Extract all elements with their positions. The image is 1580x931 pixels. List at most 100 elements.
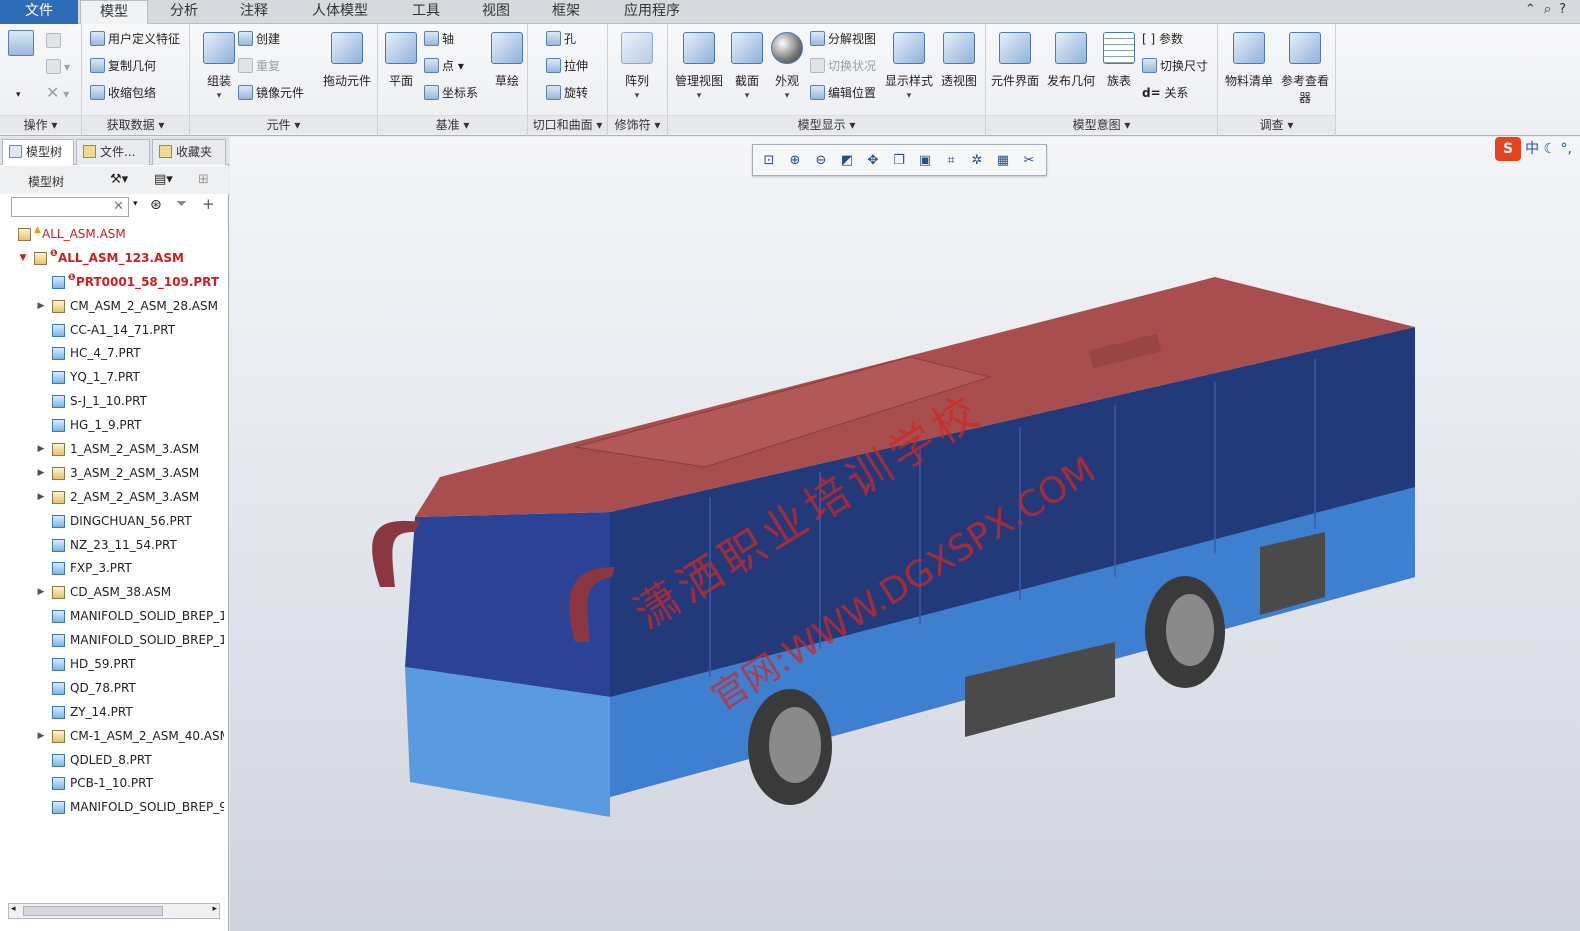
tree-item[interactable]: DINGCHUAN_56.PRT [0,510,224,534]
group-label-cut-surface[interactable]: 切口和曲面 ▾ [528,115,607,133]
parameters-button[interactable]: [ ] 参数 [1142,28,1183,50]
edit-position-button[interactable]: 编辑位置 [810,82,876,104]
minimize-ribbon-icon[interactable]: ⌃ [1525,2,1544,17]
group-label-model-intent[interactable]: 模型意图 ▾ [986,115,1217,133]
tree-search-input[interactable]: ✕ [11,197,129,217]
group-label-investigate[interactable]: 调查 ▾ [1218,115,1335,133]
tree-item[interactable]: HC_4_7.PRT [0,342,224,366]
toggle-status-button[interactable]: 切换状况 [810,55,876,77]
clear-search-icon[interactable]: ✕ [113,199,124,214]
add-column-icon[interactable]: + [202,195,215,213]
exploded-view-button[interactable]: 分解视图 [810,28,876,50]
expand-arrow-icon[interactable]: ▶ [36,295,46,318]
tab-applications[interactable]: 应用程序 [602,0,702,24]
tree-item[interactable]: ▶ 2_ASM_2_ASM_3.ASM [0,486,224,510]
expand-arrow-icon[interactable]: ▶ [36,462,46,485]
tree-item[interactable]: MANIFOLD_SOLID_BREP_1 [0,629,224,653]
tree-item[interactable]: ▶ CM_ASM_2_ASM_28.ASM [0,295,224,319]
tree-settings-icon[interactable]: ⚒▾ [110,172,128,187]
expand-arrow-icon[interactable]: ▶ [36,725,46,748]
udf-button[interactable]: 用户定义特征 [90,28,180,50]
tab-favorites[interactable]: 收藏夹 [152,139,226,165]
tree-item[interactable]: MANIFOLD_SOLID_BREP_1 [0,605,224,629]
tree-item[interactable]: ❶ PRT0001_58_109.PRT [0,271,224,295]
group-label-model-display[interactable]: 模型显示 ▾ [668,115,985,133]
search-dropdown-icon[interactable]: ▾ [133,199,138,209]
filter-icon[interactable]: ⏷ [176,196,187,212]
operations-dropdown[interactable]: ▾ [16,84,21,106]
component-interface-button[interactable]: 元件界面 [986,28,1044,108]
tab-folder-browser[interactable]: 文件... [76,139,150,165]
tree-item[interactable]: S-J_1_10.PRT [0,390,224,414]
scrollbar-thumb[interactable] [23,906,163,916]
tab-analysis[interactable]: 分析 [150,0,218,24]
tab-tools[interactable]: 工具 [392,0,460,24]
group-label-component[interactable]: 元件 ▾ [190,115,377,133]
tree-item[interactable]: NZ_23_11_54.PRT [0,534,224,558]
graphics-window[interactable]: ⊡ ⊕ ⊖ ◩ ✥ ❐ ▣ ⌗ ✲ ▦ ✂ S中 ☾ °, 潇洒职业培训学校 官网:WWW.DG [230,137,1580,931]
regenerate-button[interactable] [8,30,37,56]
tab-file[interactable]: 文件 [0,0,78,24]
tree-item[interactable]: PCB-1_10.PRT [0,772,224,796]
tree-item[interactable]: FXP_3.PRT [0,557,224,581]
scroll-right-icon[interactable]: ▸ [212,904,217,914]
tree-item[interactable]: ZY_14.PRT [0,701,224,725]
pattern-button[interactable]: 阵列 ▾ [608,28,666,108]
point-button[interactable]: 点 ▾ [424,55,464,77]
expand-arrow-icon[interactable]: ▶ [36,581,46,604]
paste-button[interactable]: ▾ [46,56,70,78]
csys-button[interactable]: 坐标系 [424,82,478,104]
tab-view[interactable]: 视图 [462,0,530,24]
appearance-button[interactable]: 外观 ▾ [758,28,816,108]
copy-button[interactable] [46,30,64,52]
group-label-operations[interactable]: 操作 ▾ [0,115,81,133]
help-icon[interactable]: ? [1559,2,1574,17]
hole-button[interactable]: 孔 [546,28,576,50]
perspective-button[interactable]: 透视图 [930,28,988,108]
bom-button[interactable]: 物料清单 [1220,28,1278,108]
tab-model[interactable]: 模型 [80,0,148,25]
family-table-button[interactable]: 族表 [1090,28,1148,108]
tree-item[interactable]: ▶ CD_ASM_38.ASM [0,581,224,605]
create-component-button[interactable]: 创建 [238,28,280,50]
copy-geometry-button[interactable]: 复制几何 [90,55,156,77]
tree-item[interactable]: ▶ 3_ASM_2_ASM_3.ASM [0,462,224,486]
tree-item[interactable]: ▶ 1_ASM_2_ASM_3.ASM [0,438,224,462]
expand-arrow-icon[interactable]: ▶ [36,438,46,461]
tree-item[interactable]: MANIFOLD_SOLID_BREP_9 [0,796,224,820]
reference-viewer-button[interactable]: 参考查看器 [1276,28,1334,108]
tree-item[interactable]: QD_78.PRT [0,677,224,701]
group-label-datum[interactable]: 基准 ▾ [378,115,527,133]
tree-item[interactable]: ▶ CM-1_ASM_2_ASM_40.ASM [0,725,224,749]
find-binoculars-icon[interactable]: ⊛ [150,197,162,213]
tree-item[interactable]: CC-A1_14_71.PRT [0,319,224,343]
axis-button[interactable]: 轴 [424,28,454,50]
tab-human-model[interactable]: 人体模型 [290,0,390,24]
tree-item[interactable]: HG_1_9.PRT [0,414,224,438]
tab-model-tree[interactable]: 模型树 [2,139,74,165]
tree-horizontal-scrollbar[interactable]: ◂ ▸ [8,903,220,919]
extrude-button[interactable]: 拉伸 [546,55,588,77]
scroll-left-icon[interactable]: ◂ [11,904,16,914]
bus-model[interactable] [230,137,1580,931]
shrinkwrap-button[interactable]: 收缩包络 [90,82,156,104]
tree-item[interactable]: QDLED_8.PRT [0,749,224,773]
mirror-component-button[interactable]: 镜像元件 [238,82,304,104]
repeat-button[interactable]: 重复 [238,55,280,77]
tree-item[interactable]: YQ_1_7.PRT [0,366,224,390]
tree-item[interactable]: HD_59.PRT [0,653,224,677]
search-icon[interactable]: ⌕ [1544,2,1559,17]
group-label-get-data[interactable]: 获取数据 ▾ [82,115,189,133]
switch-dimensions-button[interactable]: 切换尺寸 [1142,55,1208,77]
tree-columns-icon[interactable]: ▤▾ [154,172,173,187]
tree-item[interactable]: ▲ ALL_ASM.ASM [0,223,224,247]
delete-button[interactable]: ✕ ▾ [46,82,69,104]
plane-button[interactable]: 平面 [372,28,430,108]
collapse-arrow-icon[interactable]: ▼ [18,247,28,270]
drag-components-button[interactable]: 拖动元件 [318,28,376,108]
tab-annotate[interactable]: 注释 [220,0,288,24]
expand-arrow-icon[interactable]: ▶ [36,486,46,509]
tree-item[interactable]: ▼ ❶ ALL_ASM_123.ASM [0,247,224,271]
relations-button[interactable]: d= 关系 [1142,82,1189,104]
revolve-button[interactable]: 旋转 [546,82,588,104]
